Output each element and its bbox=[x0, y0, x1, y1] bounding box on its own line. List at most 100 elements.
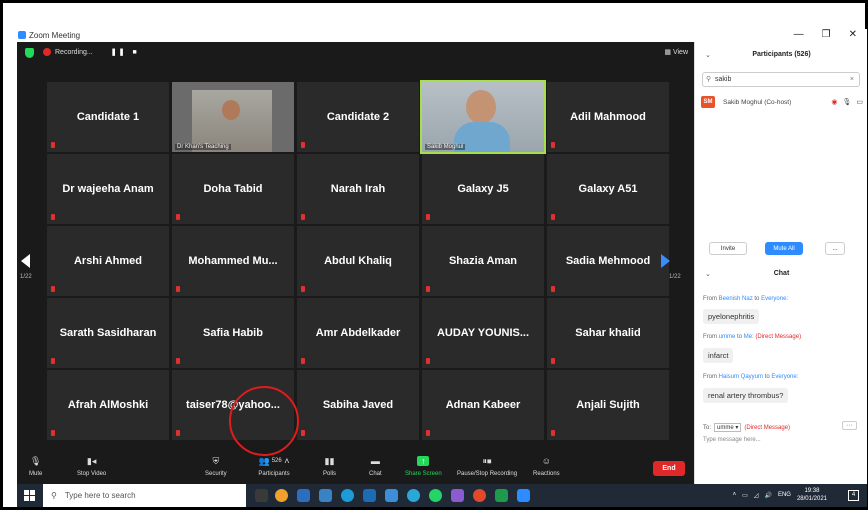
participant-tile[interactable]: Sabiha Javed bbox=[297, 370, 419, 440]
participant-tile[interactable]: Candidate 1 bbox=[47, 82, 169, 152]
chat-more-button[interactable]: ··· bbox=[842, 421, 857, 430]
explorer-icon[interactable] bbox=[385, 489, 398, 502]
notification-icon[interactable]: 4 bbox=[848, 490, 859, 501]
recording-label: Recording... bbox=[55, 48, 93, 56]
participant-caption: Sakib Moghul bbox=[425, 144, 466, 150]
clock[interactable]: 19:38 28/01/2021 bbox=[797, 487, 827, 503]
participant-row[interactable]: SM Sakib Moghul (Co-host) ◉ 🎙 ▭ bbox=[701, 95, 863, 109]
app-icon[interactable] bbox=[319, 489, 332, 502]
microphone-icon: 🎙 bbox=[842, 99, 852, 106]
zoom-icon[interactable] bbox=[517, 489, 530, 502]
chat-message-text: renal artery thrombus? bbox=[703, 388, 789, 403]
app-icon[interactable] bbox=[473, 489, 486, 502]
participant-tile[interactable]: Safia Habib bbox=[172, 298, 294, 368]
participant-tile[interactable]: Dr wajeeha Anam bbox=[47, 154, 169, 224]
share-screen-button[interactable]: ↑ Share Screen bbox=[405, 456, 442, 477]
muted-mic-icon bbox=[301, 358, 305, 364]
chat-message-text: infarct bbox=[703, 348, 734, 363]
participant-name: Mohammed Mu... bbox=[188, 255, 278, 267]
more-button[interactable]: ... bbox=[825, 242, 845, 255]
participant-tile[interactable]: Abdul Khaliq bbox=[297, 226, 419, 296]
participant-video bbox=[192, 90, 272, 152]
participant-search-input[interactable]: ⚲ sakib × bbox=[702, 72, 860, 87]
participant-tile[interactable]: Dr Khan's Teaching bbox=[172, 82, 294, 152]
participant-tile[interactable]: Adnan Kabeer bbox=[422, 370, 544, 440]
chrome-icon[interactable] bbox=[275, 489, 288, 502]
participant-tile[interactable]: Candidate 2 bbox=[297, 82, 419, 152]
security-button[interactable]: ⛨ Security bbox=[205, 455, 227, 478]
participant-name: Sabiha Javed bbox=[322, 399, 394, 411]
shield-icon[interactable] bbox=[25, 48, 34, 58]
wifi-icon[interactable]: ◿ bbox=[754, 492, 759, 499]
participant-name: AUDAY YOUNIS... bbox=[436, 327, 530, 339]
app-icon[interactable] bbox=[297, 489, 310, 502]
stop-recording-icon[interactable]: ■ bbox=[132, 49, 138, 56]
participant-tile[interactable]: Sakib Moghul bbox=[420, 80, 546, 154]
end-meeting-button[interactable]: End bbox=[653, 461, 685, 476]
mail-icon[interactable] bbox=[363, 489, 376, 502]
muted-mic-icon bbox=[301, 214, 305, 220]
participant-tile[interactable]: Adil Mahmood bbox=[547, 82, 669, 152]
excel-icon[interactable] bbox=[495, 489, 508, 502]
participant-tile[interactable]: Shazia Aman bbox=[422, 226, 544, 296]
invite-button[interactable]: Invite bbox=[709, 242, 747, 255]
whatsapp-icon[interactable] bbox=[429, 489, 442, 502]
participants-button[interactable]: 👥 526 ˄ Participants bbox=[257, 456, 291, 478]
stop-video-button[interactable]: ▮◂ Stop Video bbox=[77, 456, 106, 478]
participant-tile[interactable]: Anjali Sujith bbox=[547, 370, 669, 440]
pause-recording-icon[interactable]: ❚❚ bbox=[111, 48, 127, 56]
task-view-icon[interactable] bbox=[255, 489, 268, 502]
muted-mic-icon bbox=[426, 286, 430, 292]
participant-tile[interactable]: Sadia Mehmood bbox=[547, 226, 669, 296]
minimize-button[interactable]: — bbox=[794, 29, 804, 40]
mute-all-button[interactable]: Mute All bbox=[765, 242, 803, 255]
participant-tile[interactable]: AUDAY YOUNIS... bbox=[422, 298, 544, 368]
participant-tile[interactable]: Afrah AlMoshki bbox=[47, 370, 169, 440]
participant-tile[interactable]: Sarath Sasidharan bbox=[47, 298, 169, 368]
participant-caption: Dr Khan's Teaching bbox=[175, 144, 231, 150]
reactions-button[interactable]: ☺ Reactions bbox=[533, 456, 560, 477]
participant-tile[interactable]: Sahar khalid bbox=[547, 298, 669, 368]
participant-tile[interactable]: Doha Tabid bbox=[172, 154, 294, 224]
pause-stop-recording-button[interactable]: ⏸⏹ Pause/Stop Recording bbox=[457, 455, 517, 478]
participant-name: Anjali Sujith bbox=[576, 399, 640, 411]
windows-start-icon[interactable] bbox=[24, 490, 35, 501]
participant-video bbox=[422, 82, 544, 152]
app-icon[interactable] bbox=[451, 489, 464, 502]
chat-message-input[interactable]: Type message here... bbox=[703, 437, 761, 443]
polls-button[interactable]: ▮▮ Polls bbox=[323, 456, 336, 478]
search-icon: ⚲ bbox=[51, 491, 57, 500]
mute-button[interactable]: 🎙 Mute bbox=[29, 456, 42, 478]
taskbar-search-input[interactable]: ⚲ Type here to search bbox=[43, 484, 246, 507]
clear-search-icon[interactable]: × bbox=[850, 73, 854, 86]
recording-indicator: Recording... ❚❚ ■ bbox=[43, 48, 139, 56]
language-indicator[interactable]: ENG bbox=[778, 492, 791, 498]
chat-message-text: pyelonephritis bbox=[703, 309, 760, 324]
page-indicator-left: 1/22 bbox=[20, 274, 32, 280]
participant-tile[interactable]: Amr Abdelkader bbox=[297, 298, 419, 368]
participant-tile[interactable]: Narah Irah bbox=[297, 154, 419, 224]
view-button[interactable]: ▦ View bbox=[664, 48, 688, 56]
close-button[interactable]: ✕ bbox=[849, 29, 857, 40]
battery-icon[interactable]: ▭ bbox=[742, 492, 748, 499]
chevron-up-icon[interactable]: ˄ bbox=[733, 492, 737, 498]
participant-tile[interactable]: Mohammed Mu... bbox=[172, 226, 294, 296]
previous-page-icon[interactable] bbox=[21, 254, 30, 268]
recipient-dropdown[interactable]: umme ▾ bbox=[714, 423, 742, 432]
app-icon[interactable] bbox=[407, 489, 420, 502]
shield-icon: ⛨ bbox=[212, 455, 220, 466]
participant-tile[interactable]: Galaxy A51 bbox=[547, 154, 669, 224]
pause-stop-icon: ⏸⏹ bbox=[482, 455, 492, 466]
muted-mic-icon bbox=[176, 358, 180, 364]
maximize-button[interactable]: ❐ bbox=[822, 29, 831, 40]
participant-tile[interactable]: taiser78@yahoo... bbox=[172, 370, 294, 440]
participant-name: Galaxy A51 bbox=[578, 183, 638, 195]
participant-tile[interactable]: Arshi Ahmed bbox=[47, 226, 169, 296]
participant-tile[interactable]: Galaxy J5 bbox=[422, 154, 544, 224]
next-page-icon[interactable] bbox=[661, 254, 670, 268]
participant-name: Narah Irah bbox=[330, 183, 386, 195]
participant-name: Candidate 1 bbox=[76, 111, 140, 123]
edge-icon[interactable] bbox=[341, 489, 354, 502]
volume-icon[interactable]: 🔊 bbox=[764, 492, 771, 499]
chat-button[interactable]: ▬ Chat bbox=[369, 456, 382, 477]
